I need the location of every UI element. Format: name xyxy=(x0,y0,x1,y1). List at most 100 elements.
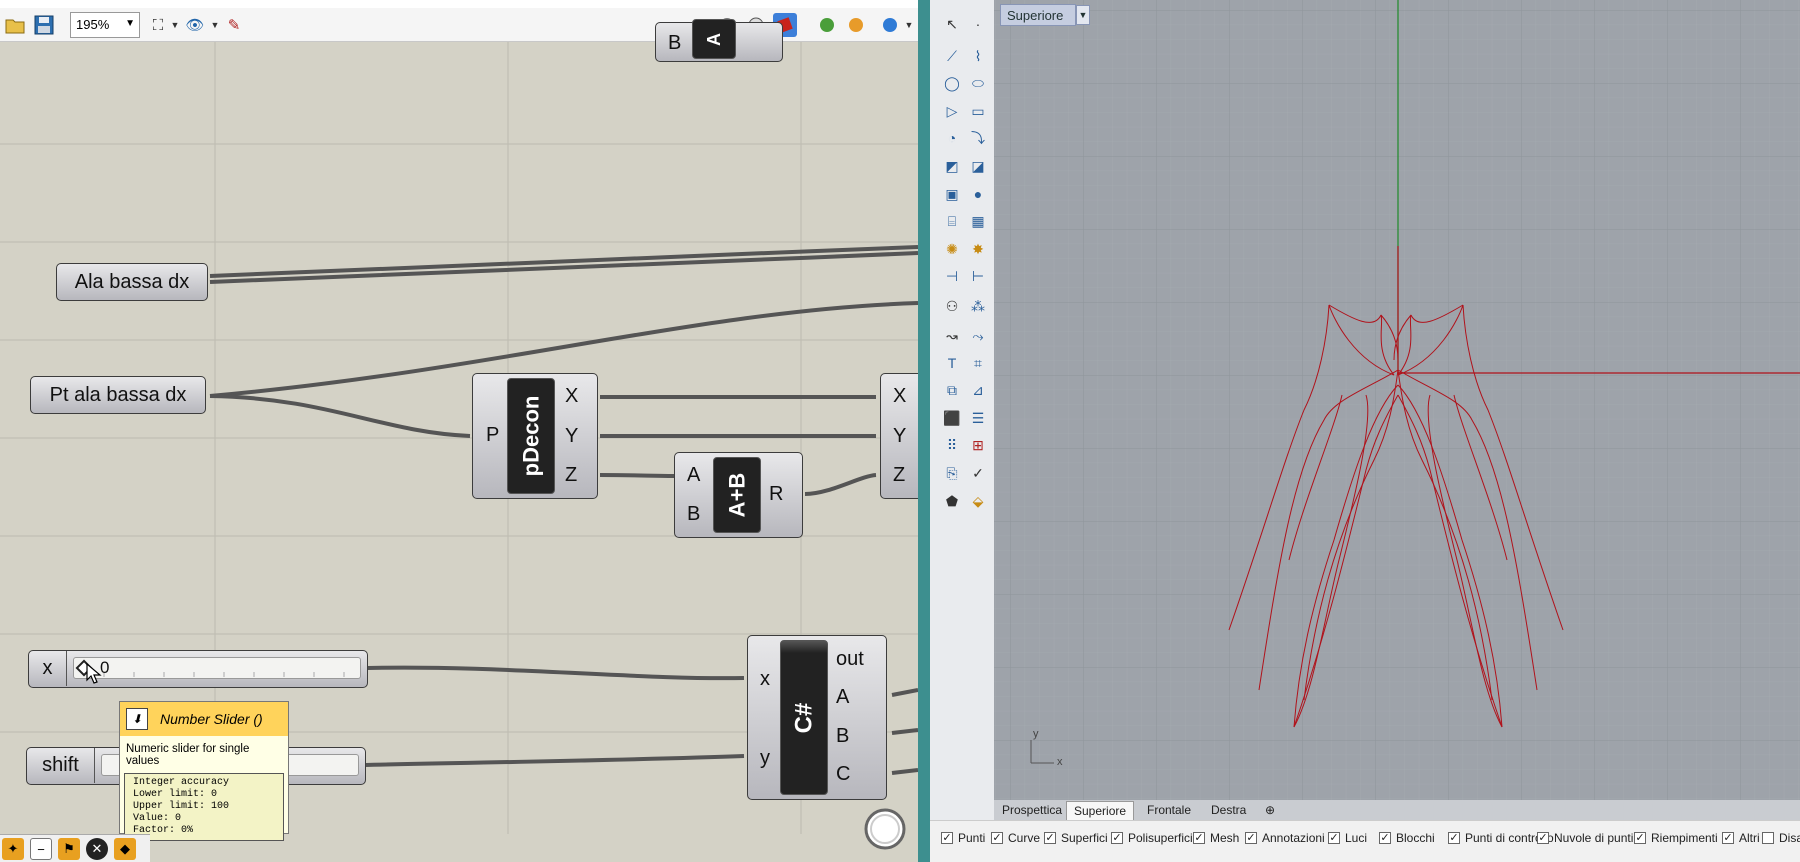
solver-dial-icon[interactable] xyxy=(862,806,908,852)
loft-icon[interactable]: ◪ xyxy=(966,154,990,178)
checkbox[interactable]: ✓ xyxy=(1448,832,1460,844)
paint-icon[interactable]: ⬙ xyxy=(966,489,990,513)
osnap-disa[interactable]: Disa xyxy=(1762,831,1800,845)
checkbox[interactable]: ✓ xyxy=(1537,832,1549,844)
osnap-label: Altri xyxy=(1739,831,1760,845)
osnap-annotazioni[interactable]: ✓ Annotazioni xyxy=(1245,831,1325,845)
curve-icon[interactable]: ⌇ xyxy=(966,44,990,68)
checkbox[interactable]: ✓ xyxy=(1634,832,1646,844)
component-addition[interactable]: A B A+B R xyxy=(674,452,803,538)
checkbox[interactable]: ✓ xyxy=(1111,832,1123,844)
component-pdecon[interactable]: P pDecon X Y Z xyxy=(472,373,598,499)
analyze-icon[interactable]: ⊿ xyxy=(966,378,990,402)
osnap-nuvole-di-punti[interactable]: ✓ Nuvole di punti xyxy=(1537,831,1633,845)
osnap-polisuperfici[interactable]: ✓ Polisuperfici xyxy=(1111,831,1193,845)
partial-component-top[interactable]: B A xyxy=(655,19,783,62)
explode-icon[interactable]: ✸ xyxy=(966,237,990,261)
rectangle-icon[interactable]: ▭ xyxy=(966,99,990,123)
component-name: C# xyxy=(790,702,817,733)
param-pt-ala-bassa-dx[interactable]: Pt ala bassa dx xyxy=(30,376,206,414)
zoom-select[interactable]: 195% ▼ xyxy=(70,12,140,38)
osnap-curve[interactable]: ✓ Curve xyxy=(991,831,1040,845)
text-icon[interactable]: T xyxy=(940,351,964,375)
rhino-viewport-top[interactable]: y x xyxy=(994,0,1800,800)
osnap-punti[interactable]: ✓ Punti xyxy=(941,831,985,845)
open-file-icon[interactable] xyxy=(3,13,27,37)
component-csharp-script[interactable]: x y C# out A B C xyxy=(747,635,887,800)
checkbox[interactable]: ✓ xyxy=(1193,832,1205,844)
osnap-blocchi[interactable]: ✓ Blocchi xyxy=(1379,831,1435,845)
output-port-a: A xyxy=(836,686,850,708)
point-icon[interactable]: · xyxy=(966,12,990,36)
transform-icon[interactable]: ⧉ xyxy=(940,378,964,402)
checkbox[interactable]: ✓ xyxy=(1245,832,1257,844)
tab-destra[interactable]: Destra xyxy=(1204,801,1253,820)
properties-icon[interactable]: ⎘ xyxy=(940,461,964,485)
osnap-label: Punti xyxy=(958,831,986,845)
tab-prospettica[interactable]: Prospettica xyxy=(995,801,1069,820)
polygon-icon[interactable]: ▷ xyxy=(940,99,964,123)
split-icon[interactable]: ⊢ xyxy=(966,264,990,288)
osnap-altri[interactable]: ✓ Altri xyxy=(1722,831,1760,845)
slider-track[interactable]: 0 xyxy=(73,657,361,679)
check-icon[interactable]: ✓ xyxy=(966,461,990,485)
bake-icon[interactable]: ◆ xyxy=(114,838,136,860)
gumball-icon[interactable]: ✺ xyxy=(940,237,964,261)
grasshopper-pane: 195% ▼ ⛶ ▼ 👁 ▼ ✎ ▼ B A Ala bassa dx Pt al… xyxy=(0,0,918,862)
control-points-icon[interactable]: ⤳ xyxy=(966,324,990,348)
minimize-icon[interactable]: − xyxy=(30,838,52,860)
circle-icon[interactable]: ◯ xyxy=(940,71,964,95)
mesh-icon[interactable]: ▦ xyxy=(966,209,990,233)
sketch-icon[interactable]: ✎ xyxy=(222,13,246,37)
bake-icon[interactable] xyxy=(815,13,839,37)
checkbox[interactable]: ✓ xyxy=(991,832,1003,844)
checkbox[interactable]: ✓ xyxy=(1722,832,1734,844)
polyline-icon[interactable]: ⟋ xyxy=(940,44,964,68)
layer-icon[interactable]: ☰ xyxy=(966,406,990,430)
tab-frontale[interactable]: Frontale xyxy=(1140,801,1198,820)
checkbox[interactable]: ✓ xyxy=(1379,832,1391,844)
osnap-mesh[interactable]: ✓ Mesh xyxy=(1193,831,1239,845)
pane-splitter[interactable] xyxy=(918,0,930,862)
cylinder-icon[interactable]: ⌸ xyxy=(940,209,964,233)
box-icon[interactable]: ▣ xyxy=(940,182,964,206)
group-icon[interactable]: ⁂ xyxy=(966,294,990,318)
surface-icon[interactable]: ◩ xyxy=(940,154,964,178)
color-preview-icon[interactable] xyxy=(844,13,868,37)
chevron-down-icon[interactable]: ▼ xyxy=(897,13,918,37)
number-slider-x[interactable]: x 0 xyxy=(28,650,368,688)
viewport-title[interactable]: Superiore ▼ xyxy=(1000,4,1090,26)
ellipse-icon[interactable]: ⬭ xyxy=(966,71,990,95)
render-icon[interactable]: ⬛ xyxy=(940,406,964,430)
checkbox[interactable] xyxy=(1762,832,1774,844)
tooltip-details: Integer accuracy Lower limit: 0 Upper li… xyxy=(124,773,284,841)
checkbox[interactable]: ✓ xyxy=(941,832,953,844)
checkbox[interactable]: ✓ xyxy=(1044,832,1056,844)
param-ala-bassa-dx[interactable]: Ala bassa dx xyxy=(56,263,208,301)
grasshopper-icon[interactable]: ✦ xyxy=(2,838,24,860)
checkbox[interactable]: ✓ xyxy=(1328,832,1340,844)
pin-icon[interactable]: ⚑ xyxy=(58,838,80,860)
close-icon[interactable]: ✕ xyxy=(86,838,108,860)
osnap-luci[interactable]: ✓ Luci xyxy=(1328,831,1367,845)
fillet-icon[interactable]: ⤵ xyxy=(966,126,990,150)
add-tab-icon[interactable]: ⊕ xyxy=(1258,801,1282,820)
tab-superiore[interactable]: Superiore xyxy=(1066,801,1135,820)
boolean-icon[interactable]: ⚇ xyxy=(940,294,964,318)
solid-icon[interactable]: ⬟ xyxy=(940,489,964,513)
sphere-icon[interactable]: ● xyxy=(966,182,990,206)
align-icon[interactable]: ⊞ xyxy=(966,433,990,457)
dimension-icon[interactable]: ⌗ xyxy=(966,351,990,375)
array-icon[interactable]: ⠿ xyxy=(940,433,964,457)
param-label: Ala bassa dx xyxy=(74,270,190,293)
arc-icon[interactable]: ◔ xyxy=(940,126,964,150)
rebuild-icon[interactable]: ↝ xyxy=(940,324,964,348)
viewport-tabs: Prospettica Superiore Frontale Destra ⊕ xyxy=(994,800,1800,820)
select-arrow-icon[interactable]: ↖ xyxy=(940,12,964,36)
save-icon[interactable] xyxy=(32,13,56,37)
osnap-riempimenti[interactable]: ✓ Riempimenti xyxy=(1634,831,1718,845)
osnap-superfici[interactable]: ✓ Superfici xyxy=(1044,831,1108,845)
chevron-down-icon[interactable]: ▼ xyxy=(1076,5,1090,25)
component-construct-point[interactable]: X Y Z xyxy=(880,373,918,499)
extend-icon[interactable]: ⊣ xyxy=(940,264,964,288)
